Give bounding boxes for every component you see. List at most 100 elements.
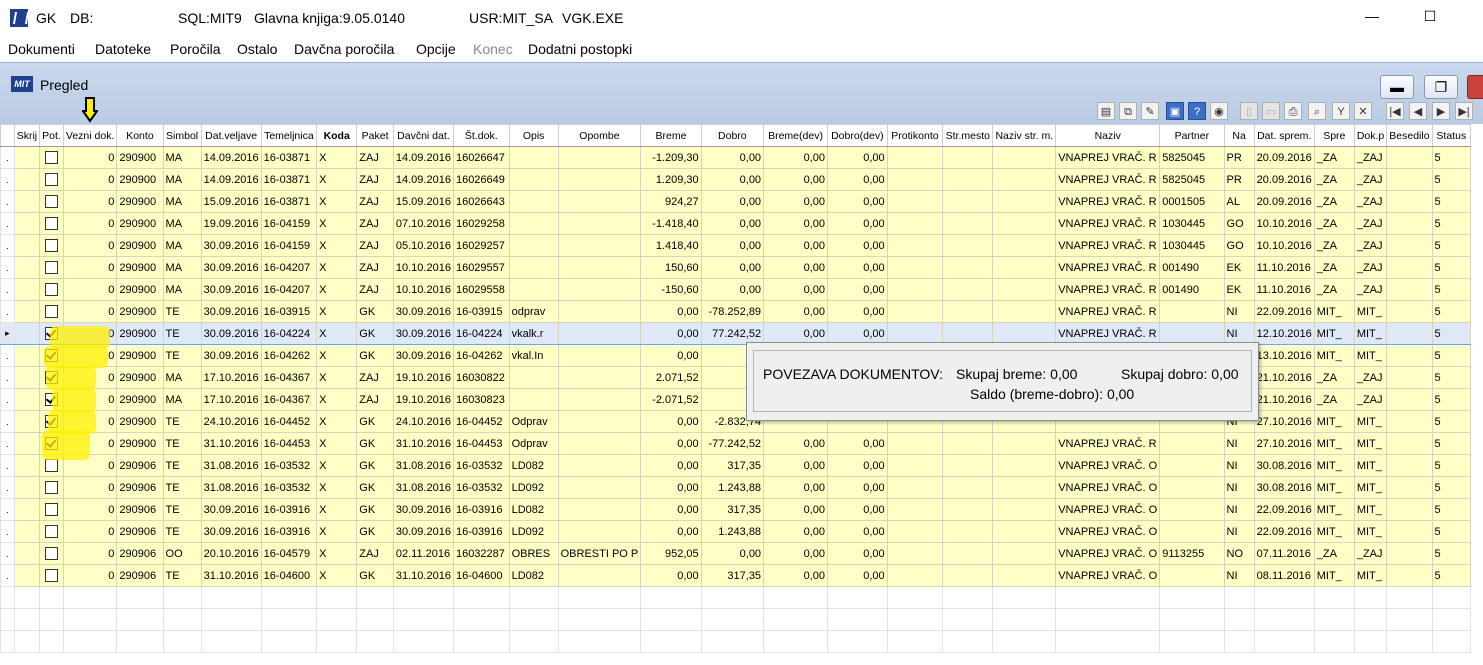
table-row[interactable]: . 0 290900 MA 19.09.2016 16-04159 X ZAJ 07.10.20… [0,212,1483,235]
help-icon[interactable]: ? [1188,102,1206,120]
column-header[interactable]: Dobro(dev) [826,124,888,147]
checkbox[interactable] [45,151,59,164]
column-header[interactable]: Status [1431,124,1472,147]
column-header[interactable]: Dat.veljave [200,124,262,147]
table-cell-chk[interactable] [39,190,64,213]
checkbox[interactable] [45,195,59,208]
next-icon[interactable]: ▶ [1432,102,1450,120]
last-icon[interactable]: ▶| [1455,102,1473,120]
checkbox[interactable] [45,569,59,582]
menu-opcije[interactable]: Opcije [416,41,456,57]
table-cell-chk[interactable] [39,476,64,499]
menu-datoteke[interactable]: Datoteke [95,41,151,57]
column-header[interactable]: Dobro [700,124,765,147]
table-cell-chk[interactable] [39,498,64,521]
table-row[interactable]: . 0 290900 TE 30.09.2016 16-04262 X GK 30.09.201… [0,344,1483,367]
inner-restore-icon[interactable]: ❐ [1424,75,1458,99]
menu-davcna-porocila[interactable]: Davčna poročila [294,41,394,57]
column-header[interactable]: Dok.p [1353,124,1388,147]
table-row[interactable]: . 0 290900 MA 30.09.2016 16-04207 X ZAJ 10.10.20… [0,256,1483,279]
table-row[interactable]: . 0 290906 TE 30.09.2016 16-03916 X GK 30.09.201… [0,498,1483,521]
table-cell-chk[interactable] [39,300,64,323]
checkbox[interactable] [45,173,59,186]
blank-icon[interactable]: ▯ [1240,102,1258,120]
table-cell-chk[interactable] [39,278,64,301]
table-cell-chk[interactable] [39,234,64,257]
column-header[interactable]: Davčni dat. [392,124,454,147]
table-row[interactable]: . 0 290906 OO 20.10.2016 16-04579 X ZAJ 02.11.20… [0,542,1483,565]
column-header[interactable]: Temeljnica [260,124,318,147]
table-row[interactable]: . 0 290900 MA 17.10.2016 16-04367 X ZAJ 19.10.20… [0,388,1483,411]
column-header[interactable]: Dat. sprem. [1253,124,1315,147]
table-row[interactable]: . 0 290906 TE 31.10.2016 16-04600 X GK 31.10.201… [0,564,1483,587]
table-cell-chk[interactable] [39,256,64,279]
camera-icon[interactable]: ◉ [1210,102,1228,120]
column-header[interactable]: Breme [640,124,702,147]
column-header[interactable]: Opombe [557,124,642,147]
column-header[interactable]: Št.dok. [452,124,510,147]
table-row[interactable]: . 0 290906 TE 30.09.2016 16-03916 X GK 30.09.201… [0,520,1483,543]
checkbox[interactable] [45,239,59,252]
column-header[interactable]: Koda [316,124,358,147]
column-header[interactable]: Partner [1159,124,1225,147]
table-cell-chk[interactable] [39,212,64,235]
maximize-icon[interactable]: ☐ [1420,8,1440,28]
table-row[interactable]: . 0 290900 MA 14.09.2016 16-03871 X ZAJ 14.09.20… [0,146,1483,169]
column-header[interactable]: Simbol [162,124,202,147]
menu-porocila[interactable]: Poročila [170,41,221,57]
column-header[interactable]: Pot. [39,124,64,147]
table-cell-chk[interactable] [39,146,64,169]
inner-minimize-icon[interactable]: ▬ [1380,75,1414,99]
table-row[interactable]: . 0 290900 MA 30.09.2016 16-04159 X ZAJ 05.10.20… [0,234,1483,257]
zoom-icon[interactable]: ⌕ [1308,102,1326,120]
export-icon[interactable]: ⧉ [1119,102,1137,120]
minimize-icon[interactable]: — [1362,8,1382,28]
inner-close-icon[interactable] [1467,75,1483,99]
checkbox[interactable] [45,525,59,538]
prev-icon[interactable]: ◀ [1409,102,1427,120]
menu-dokumenti[interactable]: Dokumenti [8,41,75,57]
column-header[interactable]: Opis [508,124,559,147]
report-icon[interactable]: ▤ [1097,102,1115,120]
table-row[interactable]: . 0 290900 MA 17.10.2016 16-04367 X ZAJ 19.10.20… [0,366,1483,389]
menu-ostalo[interactable]: Ostalo [237,41,277,57]
column-header[interactable]: Skrij [13,124,41,147]
table-cell-chk[interactable] [39,542,64,565]
column-header[interactable]: Besedilo [1386,124,1433,147]
table-row[interactable]: . 0 290900 MA 15.09.2016 16-03871 X ZAJ 15.09.20… [0,190,1483,213]
column-header[interactable]: Vezni dok. [62,124,118,147]
table-row[interactable]: . 0 290900 TE 24.10.2016 16-04452 X GK 24.10.201… [0,410,1483,433]
checkbox[interactable] [45,547,59,560]
attach-icon[interactable]: ✎ [1141,102,1159,120]
column-header[interactable]: Breme(dev) [763,124,828,147]
first-icon[interactable]: |◀ [1386,102,1404,120]
monitor-icon[interactable]: ▣ [1166,102,1184,120]
checkbox[interactable] [45,481,59,494]
table-row[interactable]: . 0 290906 TE 31.08.2016 16-03532 X GK 31.08.201… [0,476,1483,499]
table-row[interactable]: ▸ 0 290900 TE 30.09.2016 16-04224 X GK 30.09.201… [0,322,1483,345]
table-row[interactable]: . 0 290906 TE 31.08.2016 16-03532 X GK 31.08.201… [0,454,1483,477]
checkbox[interactable] [45,283,59,296]
column-header[interactable]: Spre [1313,124,1355,147]
column-header[interactable]: Protikonto [886,124,944,147]
column-header[interactable]: Str.mesto [942,124,994,147]
checkbox[interactable] [45,503,59,516]
column-header[interactable]: Naziv str. m. [992,124,1057,147]
column-header[interactable]: Naziv [1055,124,1161,147]
column-header[interactable]: Konto [116,124,164,147]
checkbox[interactable] [45,459,59,472]
folder-icon[interactable]: ▭ [1262,102,1280,120]
print-icon[interactable]: ⎙ [1284,102,1302,120]
checkbox[interactable] [45,261,59,274]
table-row[interactable]: . 0 290900 MA 30.09.2016 16-04207 X ZAJ 10.10.20… [0,278,1483,301]
column-header[interactable]: Paket [356,124,394,147]
checkbox[interactable] [45,305,59,318]
clear-icon[interactable]: ✕ [1354,102,1372,120]
table-cell-chk[interactable] [39,168,64,191]
column-header[interactable]: Na [1223,124,1255,147]
filter-icon[interactable]: Y [1332,102,1350,120]
table-cell-chk[interactable] [39,564,64,587]
table-row[interactable]: . 0 290900 TE 30.09.2016 16-03915 X GK 30.09.201… [0,300,1483,323]
menu-konec[interactable]: Konec [473,41,513,57]
menu-dodatni-postopki[interactable]: Dodatni postopki [528,41,632,57]
